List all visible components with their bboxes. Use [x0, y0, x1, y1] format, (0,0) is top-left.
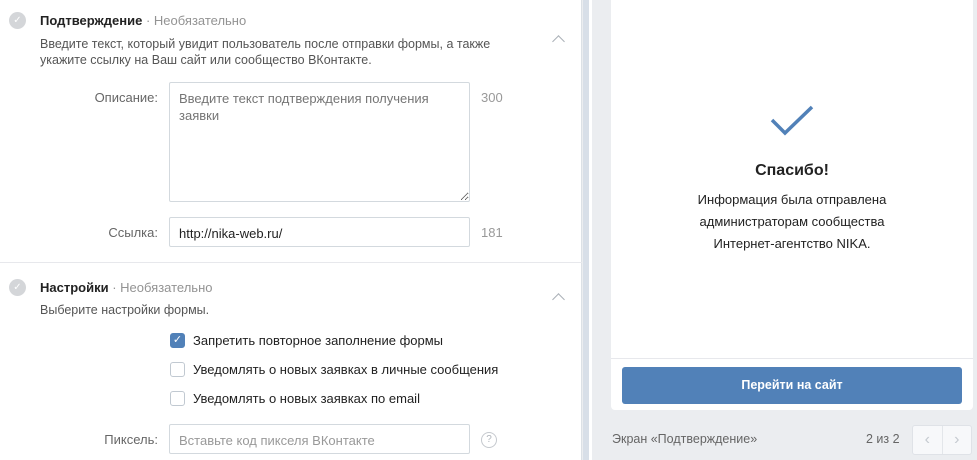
thanks-info: Информация была отправлена администратор…	[697, 192, 887, 251]
description-textarea[interactable]	[169, 82, 470, 202]
checkbox-block-repeat[interactable]: ✓	[170, 333, 185, 348]
check-circle-icon: ✓	[9, 12, 26, 29]
preview-card: Спасибо! Информация была отправлена адми…	[611, 0, 973, 410]
go-to-site-button[interactable]: Перейти на сайт	[622, 367, 962, 404]
checkbox-notify-email[interactable]	[170, 391, 185, 406]
section-description: Выберите настройки формы.	[40, 303, 210, 317]
chevron-left-icon[interactable]: ‹	[913, 426, 943, 454]
card-divider	[611, 358, 973, 359]
checkmark-icon	[770, 105, 814, 136]
section-description: Введите текст, который увидит пользовате…	[40, 37, 491, 67]
link-input[interactable]: http://nika-web.ru/	[169, 217, 470, 247]
section-title-text: Подтверждение	[40, 13, 143, 28]
chevron-right-icon[interactable]: ›	[943, 426, 972, 454]
link-label: Ссылка:	[108, 225, 158, 240]
screen-label: Экран «Подтверждение»	[612, 432, 758, 446]
checkbox-label[interactable]: Запретить повторное заполнение формы	[193, 333, 443, 348]
panel-gap	[589, 0, 592, 460]
section-title: Настройки · Необязательно	[40, 280, 213, 295]
optional-label: · Необязательно	[145, 13, 247, 28]
pagination-nav: ‹ ›	[912, 425, 972, 455]
description-label: Описание:	[94, 90, 158, 105]
collapse-chevron-icon[interactable]	[552, 32, 566, 46]
check-circle-icon: ✓	[9, 279, 26, 296]
description-char-count: 300	[481, 90, 503, 105]
section-title-text: Настройки	[40, 280, 109, 295]
optional-label: · Необязательно	[112, 280, 213, 295]
checkbox-notify-messages[interactable]	[170, 362, 185, 377]
checkbox-label[interactable]: Уведомлять о новых заявках в личные сооб…	[193, 362, 498, 377]
help-icon[interactable]: ?	[481, 432, 497, 448]
checkbox-label[interactable]: Уведомлять о новых заявках по email	[193, 391, 420, 406]
link-char-count: 181	[481, 225, 503, 240]
form-editor-panel: ✓ Подтверждение · Необязательно Введите …	[0, 0, 582, 460]
collapse-chevron-icon[interactable]	[552, 290, 566, 304]
thanks-title: Спасибо!	[755, 162, 829, 179]
section-title: Подтверждение · Необязательно	[40, 13, 246, 28]
pixel-input[interactable]: Вставьте код пикселя ВКонтакте	[169, 424, 470, 454]
section-divider	[0, 262, 582, 263]
page-counter: 2 из 2	[866, 432, 900, 446]
pixel-label: Пиксель:	[104, 432, 158, 447]
